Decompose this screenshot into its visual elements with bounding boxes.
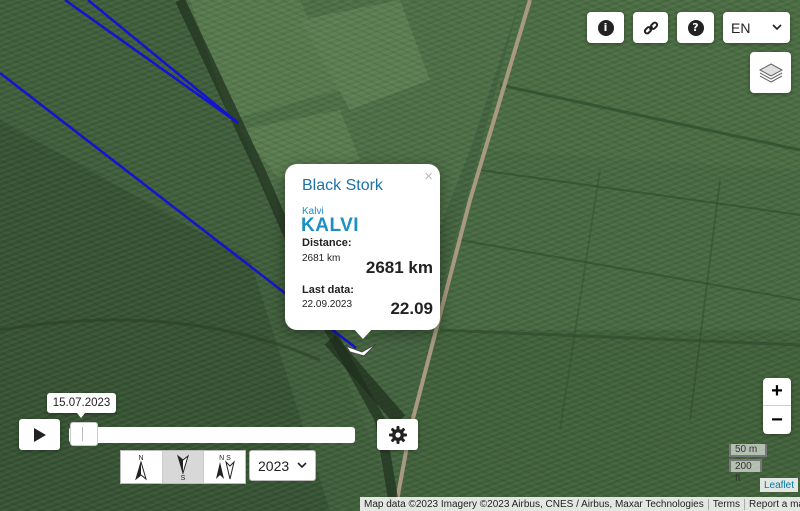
- help-icon: ?: [687, 19, 704, 36]
- year-select[interactable]: 2023: [249, 450, 316, 481]
- scale-metric: 50 m: [729, 444, 767, 457]
- gear-icon: [388, 425, 407, 444]
- north-south-direction-button[interactable]: N S: [204, 451, 245, 483]
- report-map-error-link[interactable]: Report a map error: [745, 499, 800, 510]
- south-arrow-icon: S: [177, 454, 189, 481]
- south-direction-button[interactable]: S: [162, 451, 205, 483]
- help-button[interactable]: ?: [677, 12, 714, 43]
- zoom-out-button[interactable]: −: [763, 406, 791, 434]
- bird-info-popup: Black Stork × Kalvi KALVI Distance: 2681…: [285, 164, 440, 330]
- distance-value-small: 2681 km: [302, 253, 341, 264]
- chevron-down-icon: [772, 24, 782, 31]
- distance-label: Distance:: [302, 237, 352, 249]
- settings-button[interactable]: [377, 419, 418, 450]
- last-data-label: Last data:: [302, 284, 354, 296]
- north-south-letters: N S: [219, 455, 231, 462]
- info-icon: i: [597, 19, 614, 36]
- popup-tip: [353, 328, 373, 339]
- direction-filter-group: N S N S: [120, 450, 246, 484]
- year-value: 2023: [258, 457, 290, 474]
- timeline-slider-handle[interactable]: [70, 422, 98, 446]
- link-button[interactable]: [633, 12, 668, 43]
- language-select[interactable]: EN: [723, 12, 790, 43]
- play-icon: [33, 427, 46, 442]
- layers-icon: [758, 62, 783, 83]
- last-data-value-small: 22.09.2023: [302, 299, 353, 310]
- map-attribution: Map data ©2023 Imagery ©2023 Airbus, CNE…: [360, 497, 800, 511]
- bird-name: KALVI: [301, 215, 360, 236]
- zoom-in-button[interactable]: +: [763, 378, 791, 406]
- distance-value-big: 2681 km: [365, 258, 433, 277]
- leaflet-link[interactable]: Leaflet: [760, 478, 798, 492]
- timeline-track[interactable]: [69, 427, 355, 443]
- scale-imperial: 200 ft: [729, 459, 762, 484]
- layers-button[interactable]: [750, 52, 791, 93]
- chevron-down-icon: [297, 462, 307, 469]
- north-direction-button[interactable]: N: [121, 451, 163, 483]
- play-button[interactable]: [19, 419, 60, 450]
- zoom-control: + −: [763, 378, 791, 434]
- attribution-text: Map data ©2023 Imagery ©2023 Airbus, CNE…: [364, 498, 704, 510]
- north-south-arrow-icon: N S: [215, 455, 235, 480]
- info-button[interactable]: i: [587, 12, 624, 43]
- timeline-date-tooltip: 15.07.2023: [47, 393, 116, 418]
- north-arrow-icon: N: [135, 455, 148, 481]
- terms-link[interactable]: Terms: [709, 499, 744, 510]
- popup-close-button[interactable]: ×: [424, 168, 433, 185]
- last-data-value-big: 22.09: [390, 299, 433, 318]
- link-icon: [643, 21, 658, 34]
- south-letter: S: [181, 475, 186, 481]
- species-title: Black Stork: [302, 177, 383, 194]
- language-value: EN: [731, 19, 751, 36]
